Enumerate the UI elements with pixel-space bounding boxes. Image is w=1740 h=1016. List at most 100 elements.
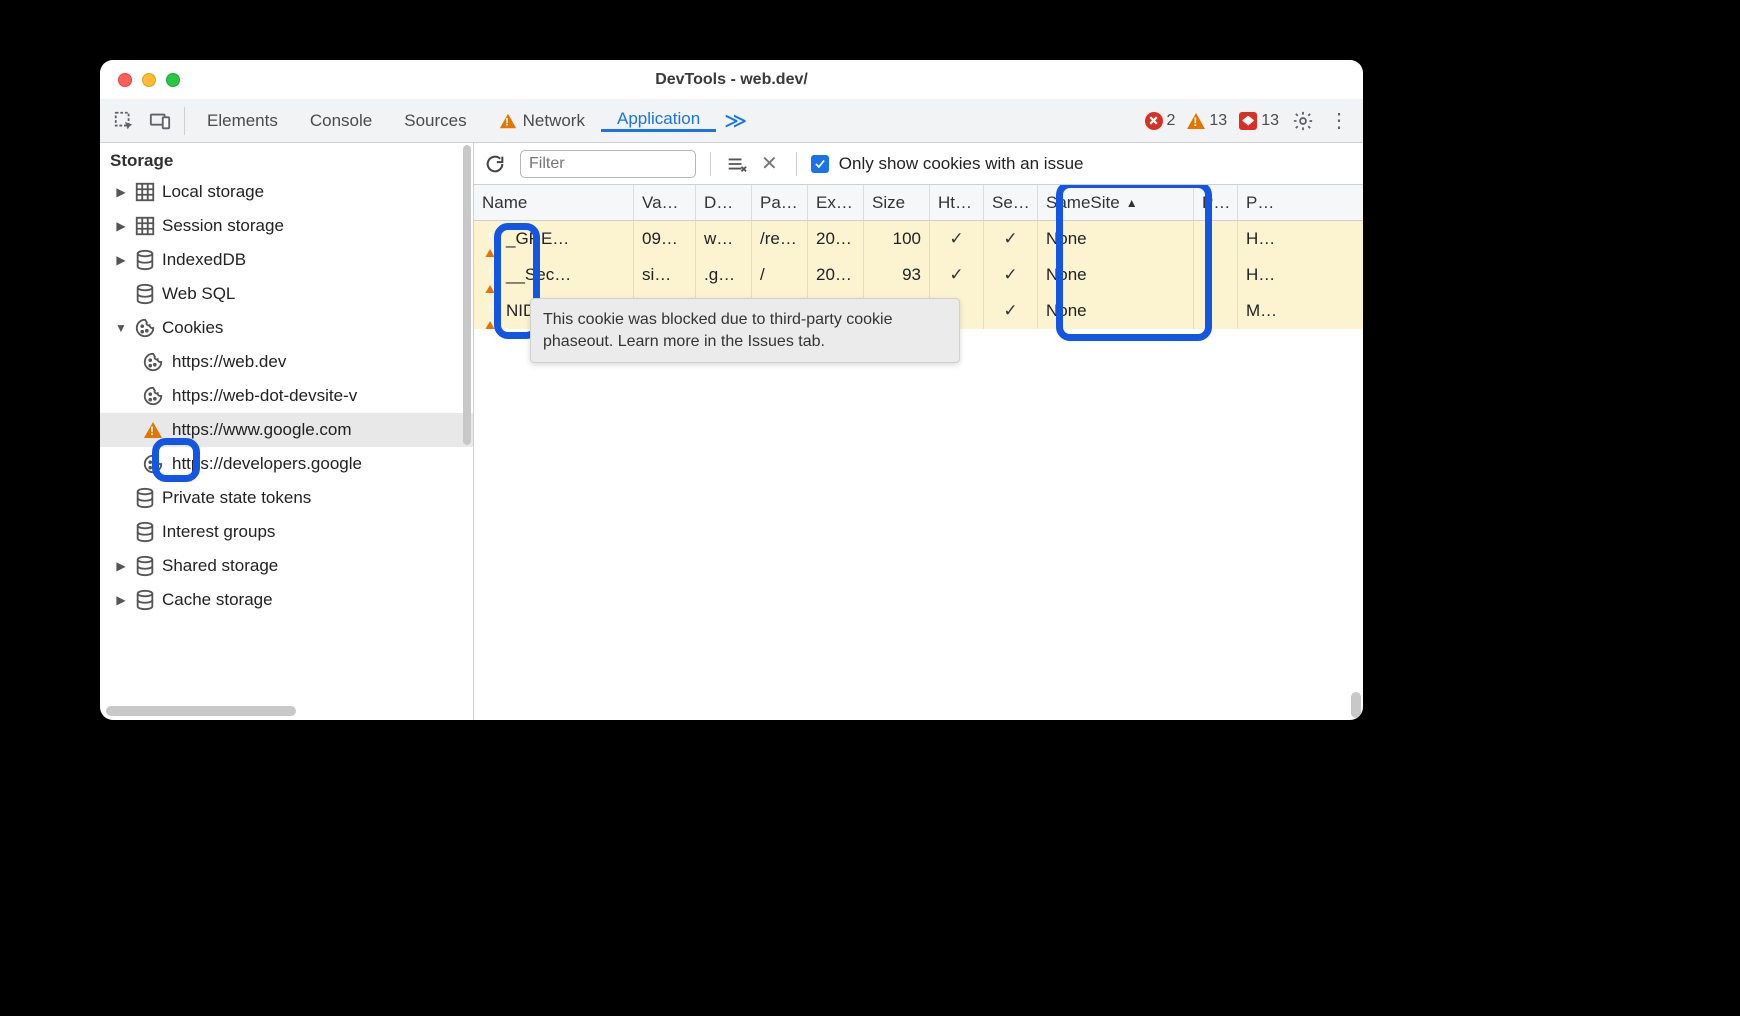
warning-count[interactable]: 13 (1181, 112, 1233, 130)
disclose-triangle-icon[interactable] (114, 321, 128, 335)
cell-value: /re… (760, 229, 797, 249)
table-cell (1194, 221, 1238, 257)
filter-input[interactable] (520, 150, 696, 178)
tab-network[interactable]: Network (483, 111, 601, 131)
only-issue-checkbox[interactable] (811, 155, 829, 173)
sidebar-item-label: Interest groups (162, 522, 275, 542)
sidebar-cookie-origin[interactable]: https://web-dot-devsite-v (100, 379, 473, 413)
tab-console[interactable]: Console (294, 111, 388, 131)
column-header-label: P… (1246, 193, 1274, 213)
sidebar-item[interactable]: Private state tokens (100, 481, 473, 515)
table-cell: .g… (696, 257, 752, 293)
column-header[interactable]: Ex… (808, 185, 864, 220)
sidebar-cookie-origin[interactable]: https://web.dev (100, 345, 473, 379)
clear-all-button[interactable] (725, 153, 747, 175)
table-cell: None (1038, 293, 1194, 329)
sidebar-item[interactable]: Local storage (100, 175, 473, 209)
table-cell (1194, 257, 1238, 293)
tab-label: Network (523, 111, 585, 131)
sort-indicator-icon: ▲ (1126, 196, 1138, 210)
table-cell: None (1038, 257, 1194, 293)
error-count[interactable]: 2 (1139, 112, 1182, 130)
cookie-icon (142, 453, 164, 475)
column-header[interactable]: D… (696, 185, 752, 220)
tooltip-text: This cookie was blocked due to third-par… (543, 311, 893, 350)
sidebar-item-label: Cookies (162, 318, 223, 338)
column-header[interactable]: Name (474, 185, 634, 220)
warning-icon (482, 266, 500, 284)
column-header[interactable]: Ht… (930, 185, 984, 220)
tabs-overflow-button[interactable]: ≫ (716, 108, 755, 134)
disclose-triangle-icon[interactable] (114, 593, 128, 607)
table-cell: ✓ (930, 257, 984, 293)
sidebar-item-label: IndexedDB (162, 250, 246, 270)
disclose-triangle-icon[interactable] (114, 185, 128, 199)
tab-sources[interactable]: Sources (388, 111, 482, 131)
column-header[interactable]: Pa… (752, 185, 808, 220)
pane-scrollbar[interactable] (1351, 692, 1361, 718)
column-header[interactable]: SameSite▲ (1038, 185, 1194, 220)
sidebar-item[interactable]: Cookies (100, 311, 473, 345)
column-header-label: Va… (642, 193, 679, 213)
sidebar-item[interactable]: Shared storage (100, 549, 473, 583)
tab-application[interactable]: Application (601, 109, 716, 132)
sidebar-cookie-origin[interactable]: https://www.google.com (100, 413, 473, 447)
warning-icon (482, 230, 500, 248)
column-header[interactable]: Va… (634, 185, 696, 220)
db-icon (134, 249, 156, 271)
sidebar-cookie-origin[interactable]: https://developers.google (100, 447, 473, 481)
table-row[interactable]: __Sec…si….g…/20…93✓✓NoneH… (474, 257, 1363, 293)
title-bar: DevTools - web.dev/ (100, 60, 1363, 99)
error-count-value: 2 (1167, 112, 1176, 130)
main-split: Storage Local storageSession storageInde… (100, 143, 1363, 720)
disclose-triangle-icon[interactable] (114, 219, 128, 233)
table-cell: 09… (634, 221, 696, 257)
sidebar-item-label: Shared storage (162, 556, 278, 576)
clear-filter-button[interactable]: ✕ (757, 151, 782, 176)
tab-elements[interactable]: Elements (191, 111, 294, 131)
issues-count-value: 13 (1261, 112, 1279, 130)
column-header[interactable]: Size (864, 185, 930, 220)
warning-icon (1187, 113, 1205, 129)
cell-value: H… (1246, 229, 1275, 249)
inspect-element-icon[interactable] (106, 110, 142, 132)
column-header[interactable]: P… (1194, 185, 1238, 220)
divider (796, 152, 797, 176)
table-cell: ✓ (984, 293, 1038, 329)
cell-value: __Sec… (506, 265, 571, 285)
cookies-pane: ✕ Only show cookies with an issue NameVa… (474, 143, 1363, 720)
cell-value: 20… (816, 229, 852, 249)
cell-value: .g… (704, 265, 735, 285)
disclose-triangle-icon[interactable] (114, 253, 128, 267)
sidebar-item-label: Local storage (162, 182, 264, 202)
disclose-triangle-icon[interactable] (114, 559, 128, 573)
close-window-button[interactable] (118, 73, 132, 87)
settings-button[interactable] (1285, 110, 1321, 132)
sidebar-item[interactable]: Session storage (100, 209, 473, 243)
more-options-button[interactable]: ⋮ (1321, 108, 1357, 133)
issues-count[interactable]: 13 (1233, 112, 1285, 130)
table-cell: 20… (808, 221, 864, 257)
sidebar-item[interactable]: IndexedDB (100, 243, 473, 277)
sidebar-scrollbar[interactable] (463, 145, 471, 445)
column-header[interactable]: P… (1238, 185, 1282, 220)
sidebar-item-label: Session storage (162, 216, 284, 236)
table-row[interactable]: _GRE…09…w…/re…20…100✓✓NoneH… (474, 221, 1363, 257)
sidebar-item[interactable]: Web SQL (100, 277, 473, 311)
sidebar-item[interactable]: Interest groups (100, 515, 473, 549)
sidebar-tree: Local storage Session storage IndexedDB Web… (100, 175, 473, 617)
maximize-window-button[interactable] (166, 73, 180, 87)
db-icon (134, 487, 156, 509)
device-toolbar-icon[interactable] (142, 110, 178, 132)
table-cell: H… (1238, 257, 1282, 293)
sidebar-hscrollbar[interactable] (106, 706, 296, 716)
db-icon (134, 283, 156, 305)
minimize-window-button[interactable] (142, 73, 156, 87)
table-cell: 93 (864, 257, 930, 293)
table-header-row: NameVa…D…Pa…Ex…SizeHt…Se…SameSite▲P…P… (474, 185, 1363, 221)
column-header-label: Name (482, 193, 527, 213)
sidebar-item[interactable]: Cache storage (100, 583, 473, 617)
check-icon: ✓ (1003, 229, 1017, 249)
reload-button[interactable] (484, 153, 510, 175)
column-header[interactable]: Se… (984, 185, 1038, 220)
